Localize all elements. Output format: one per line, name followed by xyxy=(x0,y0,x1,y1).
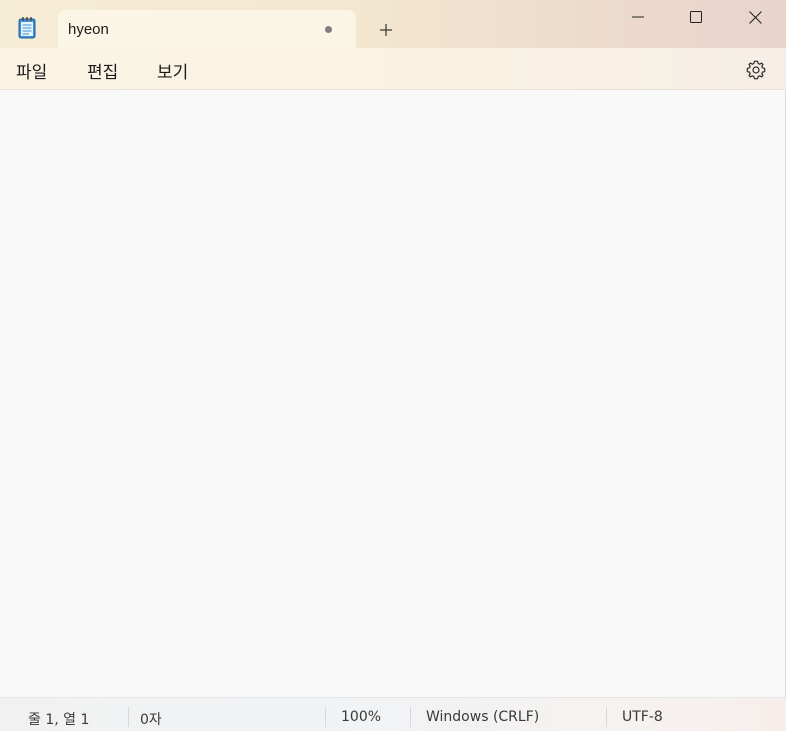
status-divider xyxy=(410,707,411,727)
text-editor[interactable] xyxy=(0,90,785,697)
settings-button[interactable] xyxy=(744,58,768,82)
maximize-button[interactable] xyxy=(667,0,725,34)
maximize-icon xyxy=(690,11,702,23)
menu-bar: 파일 편집 보기 xyxy=(0,48,786,90)
status-divider xyxy=(325,707,326,727)
tab-title: hyeon xyxy=(68,21,109,38)
plus-icon xyxy=(380,24,392,36)
unsaved-dot-icon[interactable] xyxy=(325,26,332,33)
title-bar: hyeon xyxy=(0,0,786,48)
close-icon xyxy=(748,10,762,24)
notepad-icon xyxy=(16,16,38,40)
status-char-count: 0자 xyxy=(140,712,162,728)
status-divider xyxy=(606,707,607,727)
minimize-icon xyxy=(632,16,644,18)
gear-icon xyxy=(746,60,766,80)
notepad-window: hyeon 파일 편집 보기 줄 1, 열 1 0자 100% Windows … xyxy=(0,0,786,731)
menu-view[interactable]: 보기 xyxy=(157,58,188,83)
menu-file[interactable]: 파일 xyxy=(16,58,47,83)
status-encoding[interactable]: UTF-8 xyxy=(622,709,663,725)
minimize-button[interactable] xyxy=(609,0,667,34)
menu-edit[interactable]: 편집 xyxy=(87,58,118,83)
status-divider xyxy=(128,707,129,727)
status-line-ending[interactable]: Windows (CRLF) xyxy=(426,709,539,725)
status-position: 줄 1, 열 1 xyxy=(28,712,90,728)
tab-document[interactable]: hyeon xyxy=(58,10,356,48)
status-zoom[interactable]: 100% xyxy=(341,709,381,725)
status-bar: 줄 1, 열 1 0자 100% Windows (CRLF) UTF-8 xyxy=(0,697,786,731)
new-tab-button[interactable] xyxy=(372,16,400,44)
close-button[interactable] xyxy=(726,0,784,34)
